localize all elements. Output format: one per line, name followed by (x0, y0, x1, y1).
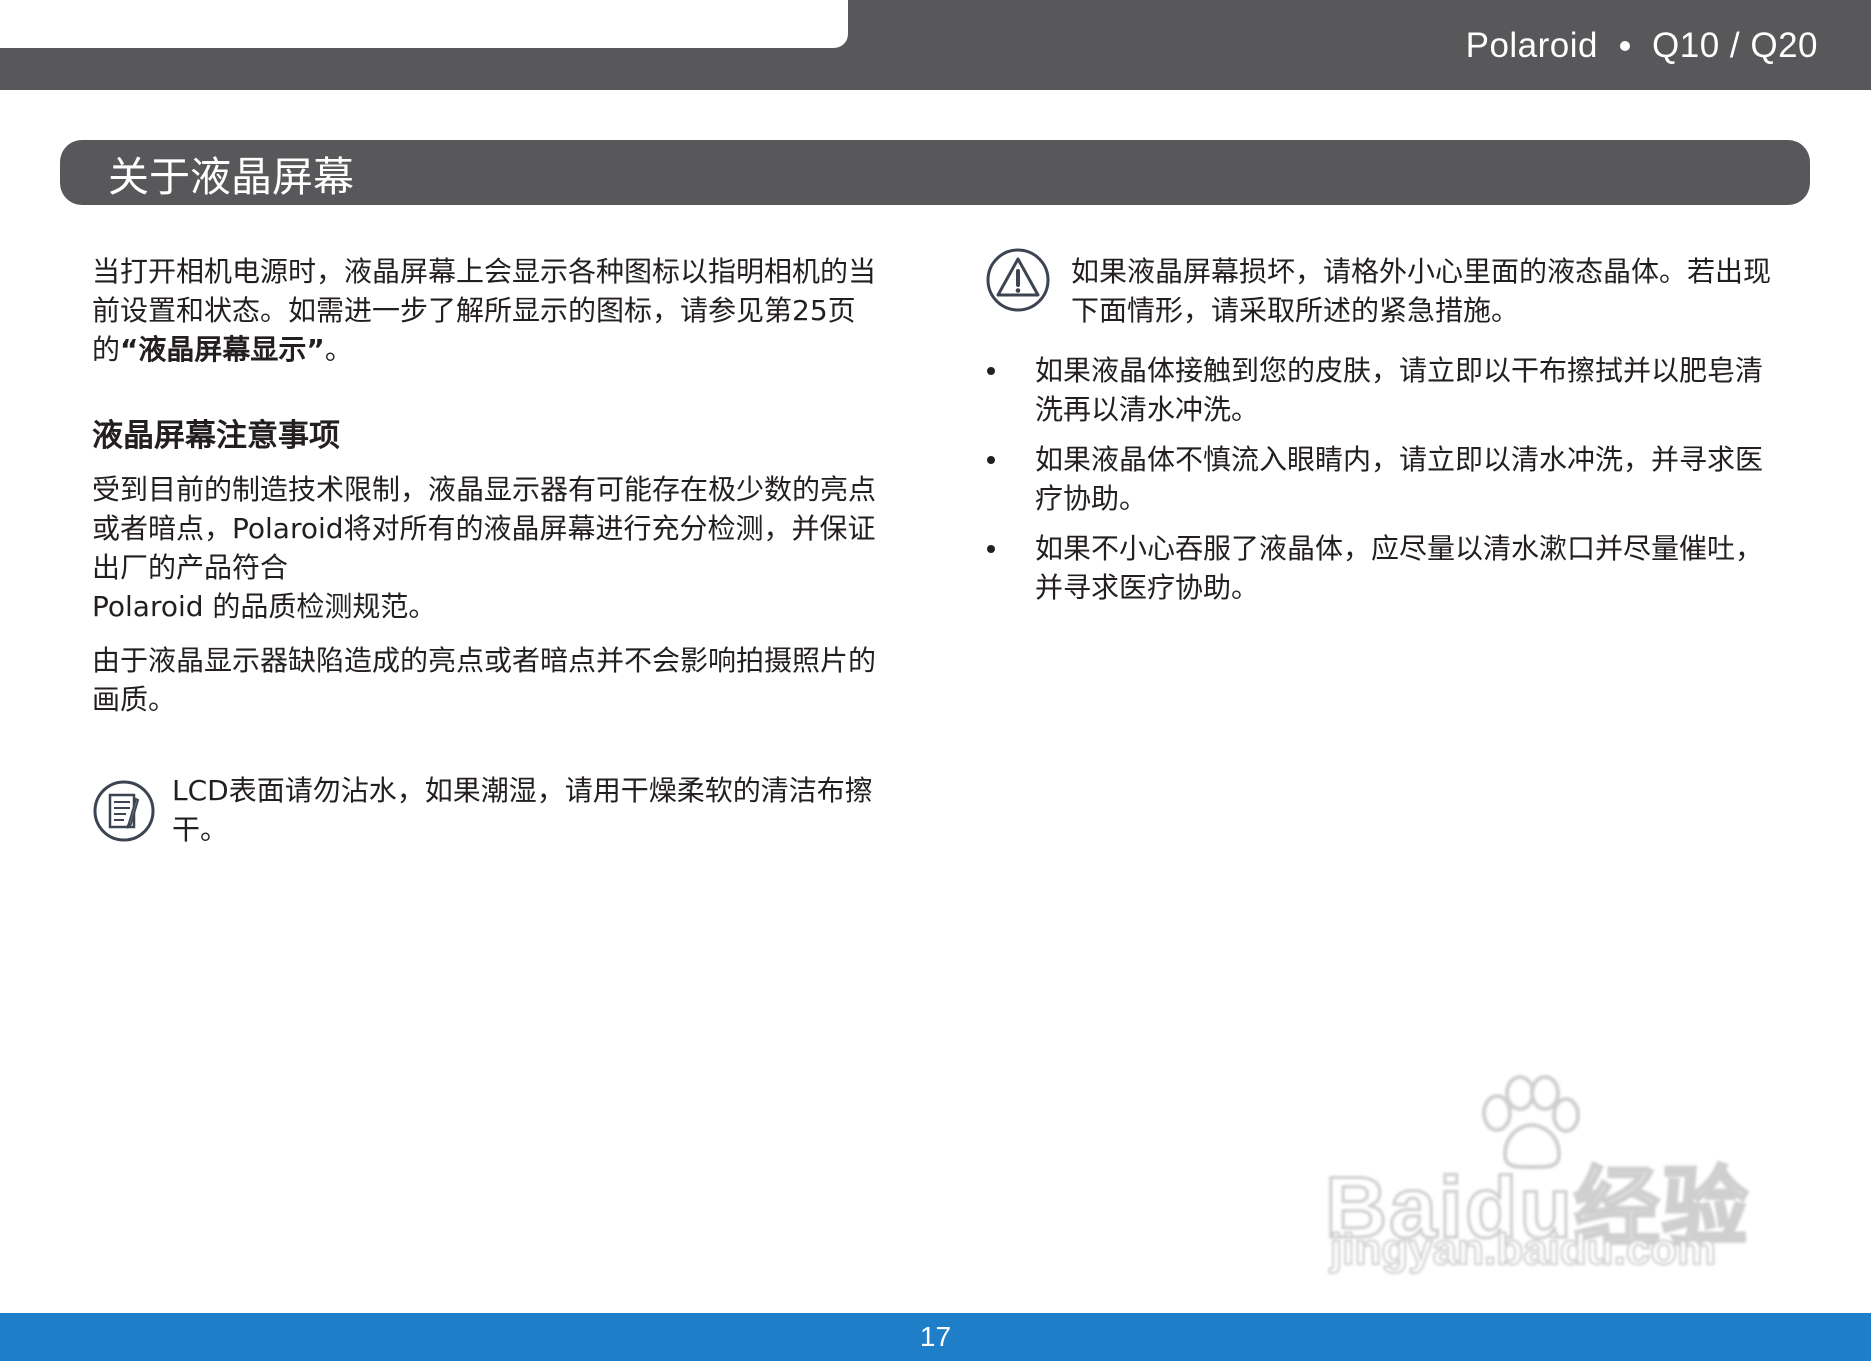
bullet-icon (987, 545, 995, 553)
header-brand-line: Polaroid Q10 / Q20 (1466, 22, 1818, 70)
list-item: 如果液晶体不慎流入眼睛内，请立即以清水冲洗，并寻求医疗协助。 (985, 440, 1785, 518)
right-column: 如果液晶屏幕损坏，请格外小心里面的液态晶体。若出现下面情形，请采取所述的紧急措施… (985, 248, 1785, 618)
bullet-icon (987, 456, 995, 464)
section-title-bar: 关于液晶屏幕 (60, 140, 1810, 205)
precautions-paragraph-1: 受到目前的制造技术限制，液晶显示器有可能存在极少数的亮点或者暗点，Polaroi… (92, 470, 882, 626)
list-item-text: 如果液晶体接触到您的皮肤，请立即以干布擦拭并以肥皂清洗再以清水冲洗。 (1035, 354, 1764, 426)
precautions-paragraph-1-text: 受到目前的制造技术限制，液晶显示器有可能存在极少数的亮点或者暗点，Polaroi… (92, 473, 877, 584)
watermark: Baidu经验 jingyan.baidu.com (1324, 1075, 1765, 1290)
list-item-text: 如果液晶体不慎流入眼睛内，请立即以清水冲洗，并寻求医疗协助。 (1035, 443, 1764, 515)
footer-bar: 17 (0, 1313, 1871, 1361)
emergency-list: 如果液晶体接触到您的皮肤，请立即以干布擦拭并以肥皂清洗再以清水冲洗。 如果液晶体… (985, 351, 1785, 607)
precautions-paragraph-2: 由于液晶显示器缺陷造成的亮点或者暗点并不会影响拍摄照片的画质。 (92, 644, 877, 716)
section-title: 关于液晶屏幕 (108, 152, 354, 201)
note-text: LCD表面请勿沾水，如果潮湿，请用干燥柔软的清洁布擦干。 (172, 774, 873, 846)
warning-block: 如果液晶屏幕损坏，请格外小心里面的液态晶体。若出现下面情形，请采取所述的紧急措施… (985, 248, 1785, 330)
precautions-paragraph-1-line2: Polaroid 的品质检测规范。 (92, 590, 437, 623)
list-item-text: 如果不小心吞服了液晶体，应尽量以清水漱口并尽量催吐，并寻求医疗协助。 (1035, 532, 1764, 604)
left-column: 当打开相机电源时，液晶屏幕上会显示各种图标以指明相机的当前设置和状态。如需进一步… (92, 252, 882, 849)
intro-paragraph: 当打开相机电源时，液晶屏幕上会显示各种图标以指明相机的当前设置和状态。如需进一步… (92, 252, 882, 369)
intro-reference: “液晶屏幕显示” (120, 333, 325, 366)
warning-text: 如果液晶屏幕损坏，请格外小心里面的液态晶体。若出现下面情形，请采取所述的紧急措施… (1071, 255, 1772, 327)
brand-name: Polaroid (1465, 26, 1599, 65)
warning-icon (986, 248, 1050, 312)
intro-end: 。 (324, 333, 353, 366)
watermark-url: jingyan.baidu.com (1329, 1224, 1717, 1275)
brand-separator-dot (1620, 41, 1631, 51)
page-number: 17 (919, 1321, 952, 1352)
model-name: Q10 / Q20 (1652, 26, 1818, 65)
bullet-icon (987, 367, 995, 375)
precautions-heading: 液晶屏幕注意事项 (92, 418, 340, 454)
note-icon (93, 780, 155, 842)
header-tab (0, 0, 848, 48)
list-item: 如果不小心吞服了液晶体，应尽量以清水漱口并尽量催吐，并寻求医疗协助。 (985, 529, 1785, 607)
note-block: LCD表面请勿沾水，如果潮湿，请用干燥柔软的清洁布擦干。 (92, 771, 882, 849)
list-item: 如果液晶体接触到您的皮肤，请立即以干布擦拭并以肥皂清洗再以清水冲洗。 (985, 351, 1785, 429)
